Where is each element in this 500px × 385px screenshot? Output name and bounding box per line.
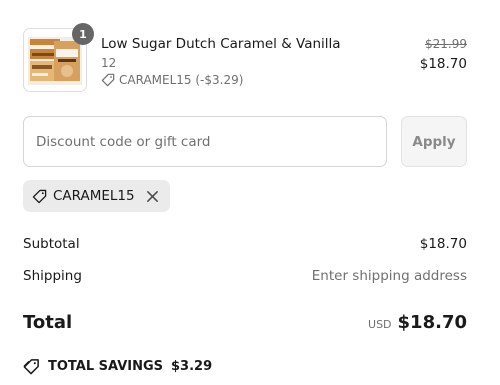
remove-discount-button[interactable] [145,189,160,204]
total-amount: $18.70 [397,312,467,333]
total-row: Total USD $18.70 [23,312,467,333]
savings-amount: $3.29 [171,359,213,374]
shipping-row: Shipping Enter shipping address [23,268,467,284]
total-savings: TOTAL SAVINGS $3.29 [23,358,212,375]
quantity-badge: 1 [72,23,94,45]
currency-code: USD [368,318,392,331]
total-label: Total [23,312,73,333]
line-item: 1 Low Sugar Dutch Caramel & Vanilla 12 C… [23,23,467,92]
shipping-value: Enter shipping address [311,268,467,284]
subtotal-label: Subtotal [23,236,80,252]
product-title: Low Sugar Dutch Caramel & Vanilla [101,36,341,52]
total-amount-group: USD $18.70 [368,312,467,333]
line-discount: CARAMEL15 (-$3.29) [101,73,243,87]
apply-button[interactable]: Apply [401,116,467,167]
shipping-label: Shipping [23,268,82,284]
tag-icon [23,359,39,375]
line-discount-label: CARAMEL15 (-$3.29) [119,73,244,87]
tag-icon [101,73,115,87]
tag-icon [32,189,47,203]
product-variant: 12 [101,56,117,70]
line-price: $18.70 [419,56,467,72]
subtotal-value: $18.70 [419,236,467,252]
product-image [28,37,82,85]
savings-label: TOTAL SAVINGS [48,359,164,374]
close-icon [146,190,158,202]
discount-code-input[interactable] [23,116,387,167]
product-thumbnail: 1 [23,23,94,92]
subtotal-row: Subtotal $18.70 [23,236,467,252]
applied-discount-chip: CARAMEL15 [23,180,170,212]
applied-code-label: CARAMEL15 [53,188,135,204]
original-price: $21.99 [425,37,467,51]
